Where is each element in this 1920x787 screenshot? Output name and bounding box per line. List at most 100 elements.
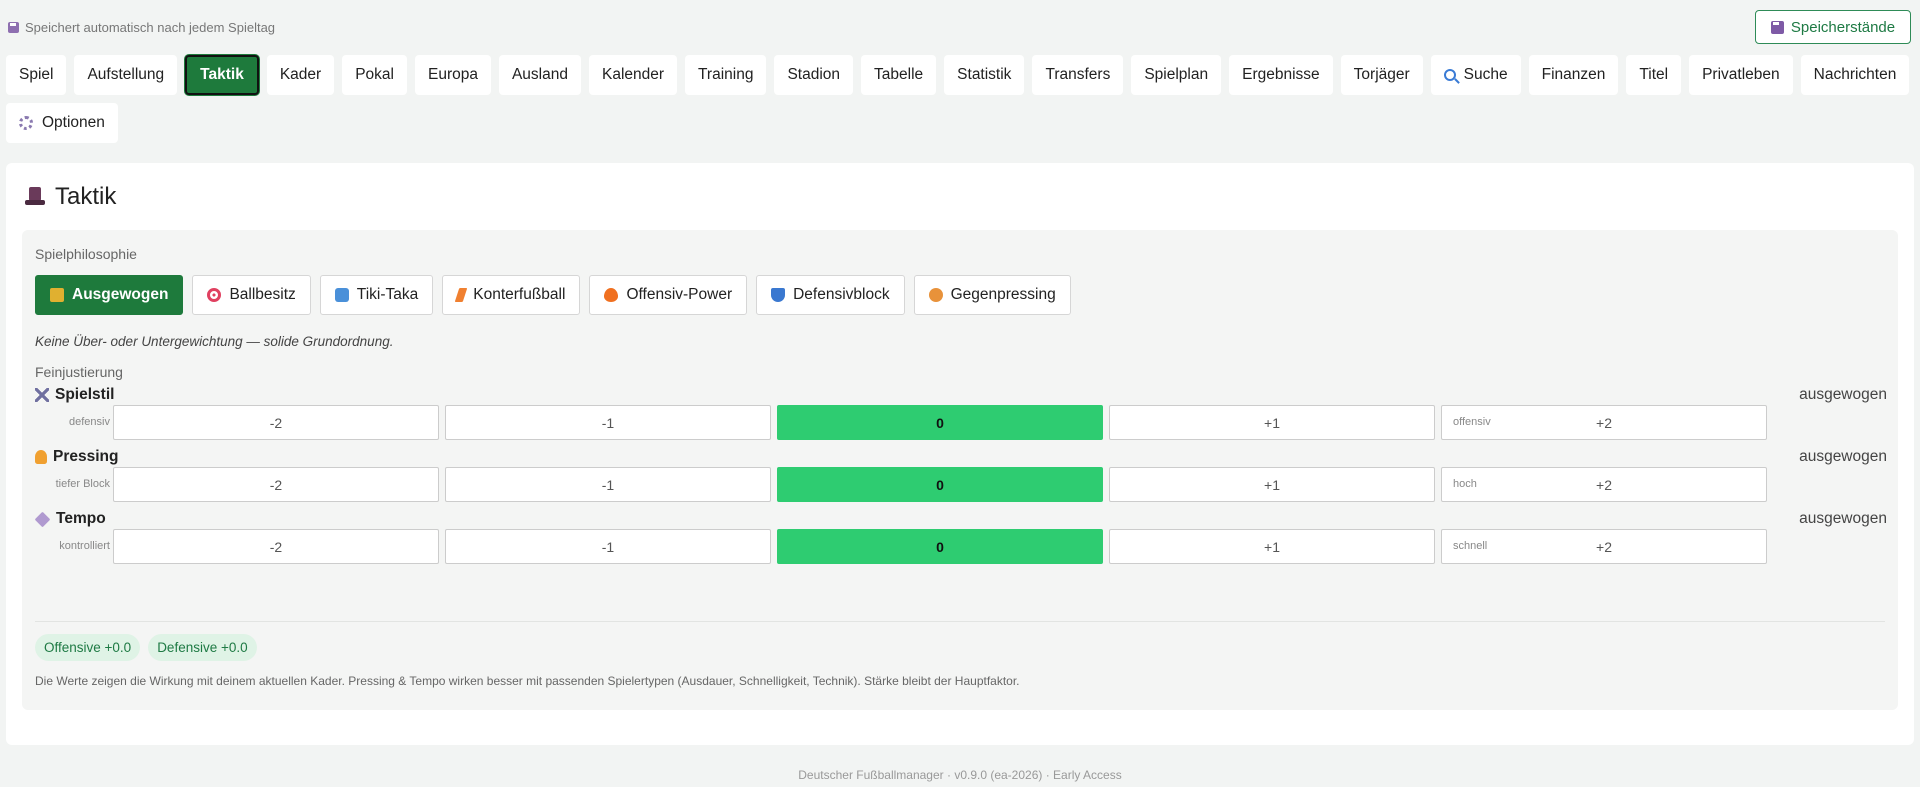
slider-name: Pressing xyxy=(35,448,118,466)
step-minus-2[interactable]: -2 xyxy=(113,529,439,564)
philosophy-ausgewogen[interactable]: Ausgewogen xyxy=(35,275,184,315)
tab-label: Nachrichten xyxy=(1813,66,1897,83)
tab-optionen[interactable]: Optionen xyxy=(6,103,118,143)
slider-name: Spielstil xyxy=(35,386,114,404)
philosophy-tiki-taka[interactable]: Tiki-Taka xyxy=(319,275,434,315)
tab-aufstellung[interactable]: Aufstellung xyxy=(74,55,178,95)
step-plus-1[interactable]: +1 xyxy=(1109,467,1435,502)
crossed-swords-icon xyxy=(35,388,49,402)
tab-ergebnisse[interactable]: Ergebnisse xyxy=(1229,55,1333,95)
tab-label: Kader xyxy=(279,66,322,83)
step-plus-1[interactable]: +1 xyxy=(1109,405,1435,440)
philosophy-label: Defensivblock xyxy=(793,286,890,303)
step-plus-2[interactable]: +2 xyxy=(1441,467,1767,502)
tab-label: Training xyxy=(698,66,754,83)
savegames-button[interactable]: Speicherstände xyxy=(1755,10,1911,44)
tab-finanzen[interactable]: Finanzen xyxy=(1528,55,1619,95)
step-zero[interactable]: 0 xyxy=(777,529,1103,564)
philosophy-options: Ausgewogen Ballbesitz Tiki-Taka Konterfu… xyxy=(35,275,1071,315)
slider-spielstil: Spielstil ausgewogen defensiv -2 -1 0 +1… xyxy=(35,386,1887,448)
tab-label: Torjäger xyxy=(1353,66,1410,83)
step-zero[interactable]: 0 xyxy=(777,405,1103,440)
step-minus-1[interactable]: -1 xyxy=(445,405,771,440)
autosave-text: Speichert automatisch nach jedem Spielta… xyxy=(25,20,276,35)
step-minus-2[interactable]: -2 xyxy=(113,405,439,440)
tab-label: Ergebnisse xyxy=(1242,66,1320,83)
tab-label: Statistik xyxy=(957,66,1012,83)
tab-torjaeger[interactable]: Torjäger xyxy=(1340,55,1423,95)
tab-kader[interactable]: Kader xyxy=(266,55,335,95)
tab-label: Optionen xyxy=(42,114,105,131)
tab-europa[interactable]: Europa xyxy=(414,55,491,95)
step-minus-1[interactable]: -1 xyxy=(445,467,771,502)
scale-icon xyxy=(50,288,64,302)
tab-ausland[interactable]: Ausland xyxy=(498,55,581,95)
tab-training[interactable]: Training xyxy=(685,55,767,95)
step-plus-2[interactable]: +2 xyxy=(1441,529,1767,564)
tab-label: Spiel xyxy=(19,66,54,83)
tab-label: Pokal xyxy=(355,66,394,83)
diamond-icon xyxy=(34,511,51,527)
slider-min-label: tiefer Block xyxy=(55,478,110,490)
autosave-note: Speichert automatisch nach jedem Spielta… xyxy=(8,20,275,35)
tab-label: Titel xyxy=(1639,66,1669,83)
tab-taktik[interactable]: Taktik xyxy=(185,55,259,95)
slider-min-label: defensiv xyxy=(69,416,110,428)
slider-steps: -2 -1 0 +1 +2 xyxy=(113,467,1767,502)
slider-max-label: offensiv xyxy=(1453,416,1491,428)
tab-titel[interactable]: Titel xyxy=(1626,55,1682,95)
runner-icon xyxy=(35,450,47,464)
tab-pokal[interactable]: Pokal xyxy=(342,55,407,95)
cycle-icon xyxy=(334,288,349,302)
philosophy-description: Keine Über- oder Untergewichtung — solid… xyxy=(35,334,394,349)
tab-kalender[interactable]: Kalender xyxy=(588,55,678,95)
tab-statistik[interactable]: Statistik xyxy=(944,55,1025,95)
target-icon xyxy=(207,288,222,302)
tiger-icon xyxy=(928,288,943,302)
tab-privatleben[interactable]: Privatleben xyxy=(1689,55,1793,95)
tab-label: Kalender xyxy=(601,66,665,83)
slider-state: ausgewogen xyxy=(1799,448,1887,465)
step-plus-1[interactable]: +1 xyxy=(1109,529,1435,564)
tactics-panel: Spielphilosophie Ausgewogen Ballbesitz T… xyxy=(22,230,1898,710)
page-title-text: Taktik xyxy=(55,183,117,210)
philosophy-defensivblock[interactable]: Defensivblock xyxy=(756,275,905,315)
slider-pressing: Pressing ausgewogen tiefer Block -2 -1 0… xyxy=(35,448,1887,510)
tab-label: Finanzen xyxy=(1541,66,1606,83)
slider-max-label: hoch xyxy=(1453,478,1477,490)
gear-icon xyxy=(19,116,33,130)
offensive-badge: Offensive +0.0 xyxy=(35,634,141,661)
tab-suche[interactable]: Suche xyxy=(1430,55,1521,95)
philosophy-label: Offensiv-Power xyxy=(626,286,733,303)
tab-label: Transfers xyxy=(1045,66,1111,83)
philosophy-label: Ausgewogen xyxy=(72,286,169,303)
philosophy-gegenpressing[interactable]: Gegenpressing xyxy=(913,275,1071,315)
tab-spiel[interactable]: Spiel xyxy=(6,55,67,95)
step-minus-2[interactable]: -2 xyxy=(113,467,439,502)
shield-icon xyxy=(771,288,786,302)
step-zero[interactable]: 0 xyxy=(777,467,1103,502)
tab-label: Taktik xyxy=(200,66,244,83)
tab-nachrichten[interactable]: Nachrichten xyxy=(1800,55,1910,95)
slider-tempo: Tempo ausgewogen kontrolliert -2 -1 0 +1… xyxy=(34,510,1887,572)
tab-transfers[interactable]: Transfers xyxy=(1032,55,1124,95)
philosophy-konterfussball[interactable]: Konterfußball xyxy=(442,275,581,315)
tab-stadion[interactable]: Stadion xyxy=(774,55,854,95)
fire-icon xyxy=(604,288,619,302)
philosophy-offensiv-power[interactable]: Offensiv-Power xyxy=(589,275,748,315)
tab-label: Spielplan xyxy=(1144,66,1209,83)
magnifier-icon xyxy=(1443,69,1456,81)
slider-min-label: kontrolliert xyxy=(59,540,110,552)
divider xyxy=(35,621,1885,622)
slider-name-text: Tempo xyxy=(56,510,106,527)
step-minus-1[interactable]: -1 xyxy=(445,529,771,564)
philosophy-ballbesitz[interactable]: Ballbesitz xyxy=(192,275,311,315)
tab-spielplan[interactable]: Spielplan xyxy=(1131,55,1222,95)
tab-label: Tabelle xyxy=(874,66,924,83)
philosophy-label: Tiki-Taka xyxy=(356,286,419,303)
finetuning-label: Feinjustierung xyxy=(35,364,123,380)
tactics-card: Taktik Spielphilosophie Ausgewogen Ballb… xyxy=(6,163,1914,745)
footer: Deutscher Fußballmanager · v0.9.0 (ea-20… xyxy=(798,768,1122,782)
tab-tabelle[interactable]: Tabelle xyxy=(861,55,937,95)
lightning-icon xyxy=(454,288,468,302)
